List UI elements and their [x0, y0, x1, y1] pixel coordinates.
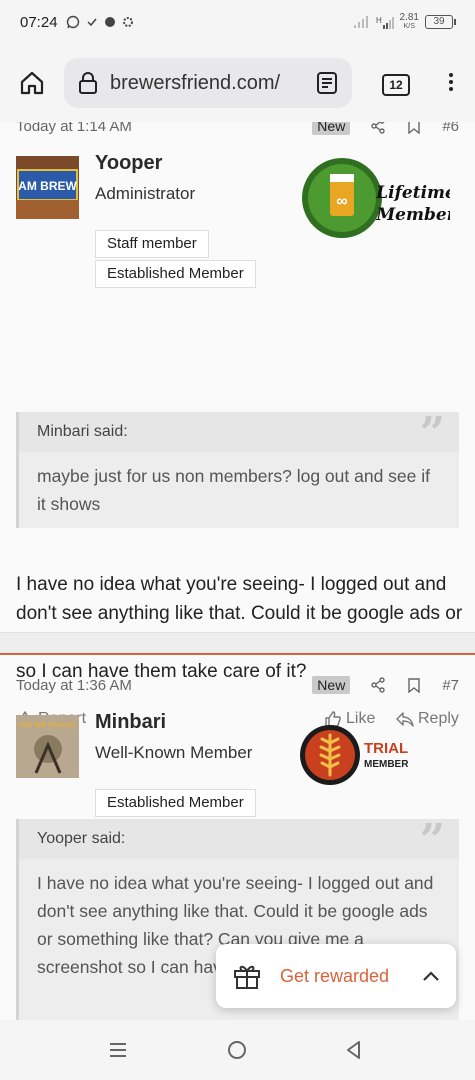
- bookmark-icon[interactable]: [406, 677, 422, 693]
- lock-icon: [79, 72, 97, 94]
- reader-mode-button[interactable]: [316, 71, 338, 100]
- notification-icons: [66, 15, 134, 29]
- system-status: H 2.81 K/S 39: [353, 12, 456, 31]
- system-nav-bar: [0, 1020, 475, 1080]
- home-icon: [20, 71, 44, 95]
- share-icon[interactable]: [370, 677, 386, 693]
- post-date[interactable]: Today at 1:14 AM: [16, 122, 312, 135]
- trial-member-logo: TRIAL MEMBER: [300, 723, 420, 792]
- bookmark-icon[interactable]: [406, 122, 422, 134]
- post-date[interactable]: Today at 1:36 AM: [16, 677, 312, 694]
- svg-text:Hell Hall Brewery: Hell Hall Brewery: [19, 722, 76, 729]
- circle-home-icon: [228, 1041, 246, 1059]
- thread-content: Today at 1:14 AM New #6 AM BREW Yooper A…: [0, 122, 475, 1020]
- avatar[interactable]: AM BREW: [16, 156, 79, 219]
- url-text: brewersfriend.com/: [110, 71, 280, 94]
- clock: 07:24: [20, 13, 58, 31]
- back-nav-button[interactable]: [344, 1040, 364, 1065]
- post-number[interactable]: #7: [442, 677, 459, 694]
- settings-icon: [122, 17, 133, 27]
- get-rewarded-label: Get rewarded: [280, 965, 390, 986]
- status-bar: 07:24 H 2.81 K/S 39: [0, 0, 475, 44]
- home-nav-button[interactable]: [227, 1040, 247, 1065]
- username[interactable]: Yooper: [95, 152, 162, 175]
- home-button[interactable]: [14, 65, 50, 101]
- post-number[interactable]: #6: [442, 122, 459, 135]
- net-speed: 2.81 K/S: [399, 12, 419, 31]
- back-triangle-icon: [347, 1041, 360, 1059]
- battery-indicator: 39: [425, 15, 456, 29]
- user-info: AM BREW Yooper Administrator Staff membe…: [0, 138, 475, 288]
- avatar[interactable]: Hell Hall Brewery: [16, 715, 79, 778]
- check-icon: [87, 18, 97, 27]
- user-title: Administrator: [95, 184, 196, 203]
- chevron-up-icon: [423, 971, 439, 981]
- quote-header[interactable]: Minbari said: ”: [19, 408, 459, 459]
- signal-h-icon: H: [376, 16, 394, 29]
- svg-text:Member: Member: [375, 205, 450, 225]
- svg-text:AM BREW: AM BREW: [18, 179, 77, 193]
- new-badge: New: [312, 122, 351, 135]
- unread-divider: [0, 653, 475, 655]
- quote-author: Yooper said:: [37, 830, 126, 847]
- gift-icon: [234, 965, 260, 989]
- get-rewarded-widget[interactable]: Get rewarded: [216, 944, 456, 1008]
- svg-text:∞: ∞: [336, 193, 347, 210]
- post-header: Today at 1:14 AM New #6: [0, 122, 475, 138]
- post-header: Today at 1:36 AM New #7: [0, 673, 475, 697]
- svg-text:Lifetime: Lifetime: [375, 183, 450, 203]
- quote-text: maybe just for us non members? log out a…: [37, 466, 430, 514]
- browser-menu-button[interactable]: [446, 70, 456, 100]
- quote-icon: ”: [419, 408, 445, 459]
- post-6: Today at 1:14 AM New #6 AM BREW Yooper A…: [0, 122, 475, 727]
- lifetime-member-logo: ∞ Lifetime Member: [300, 156, 457, 245]
- quote-author: Minbari said:: [37, 423, 128, 440]
- svg-text:MEMBER: MEMBER: [364, 759, 409, 770]
- signal-icon: [353, 16, 368, 28]
- user-title: Well-Known Member: [95, 743, 253, 762]
- quote-icon: ”: [419, 815, 445, 866]
- whatsapp-icon: [66, 15, 79, 29]
- svg-text:H: H: [376, 16, 382, 25]
- new-badge: New: [312, 676, 351, 694]
- post-message: I have no idea what you're seeing- I log…: [16, 574, 463, 682]
- staff-badge: Staff member: [95, 230, 209, 258]
- recent-apps-button[interactable]: [108, 1040, 128, 1065]
- established-badge: Established Member: [95, 260, 256, 288]
- established-badge: Established Member: [95, 789, 256, 817]
- quote-block: Minbari said: ” maybe just for us non me…: [16, 412, 459, 528]
- share-icon[interactable]: [370, 122, 386, 134]
- tab-switcher-button[interactable]: 12: [382, 74, 410, 96]
- svg-text:TRIAL: TRIAL: [364, 740, 408, 757]
- post-separator: [0, 632, 475, 654]
- app-icon: [104, 17, 115, 27]
- user-info: Hell Hall Brewery Minbari Well-Known Mem…: [0, 697, 475, 837]
- username[interactable]: Minbari: [95, 711, 166, 734]
- address-bar[interactable]: brewersfriend.com/: [64, 58, 352, 108]
- quote-header[interactable]: Yooper said: ”: [19, 815, 459, 866]
- menu-lines-icon: [110, 1043, 126, 1057]
- reader-mode-icon: [317, 72, 337, 94]
- browser-toolbar: brewersfriend.com/ 12: [0, 44, 475, 122]
